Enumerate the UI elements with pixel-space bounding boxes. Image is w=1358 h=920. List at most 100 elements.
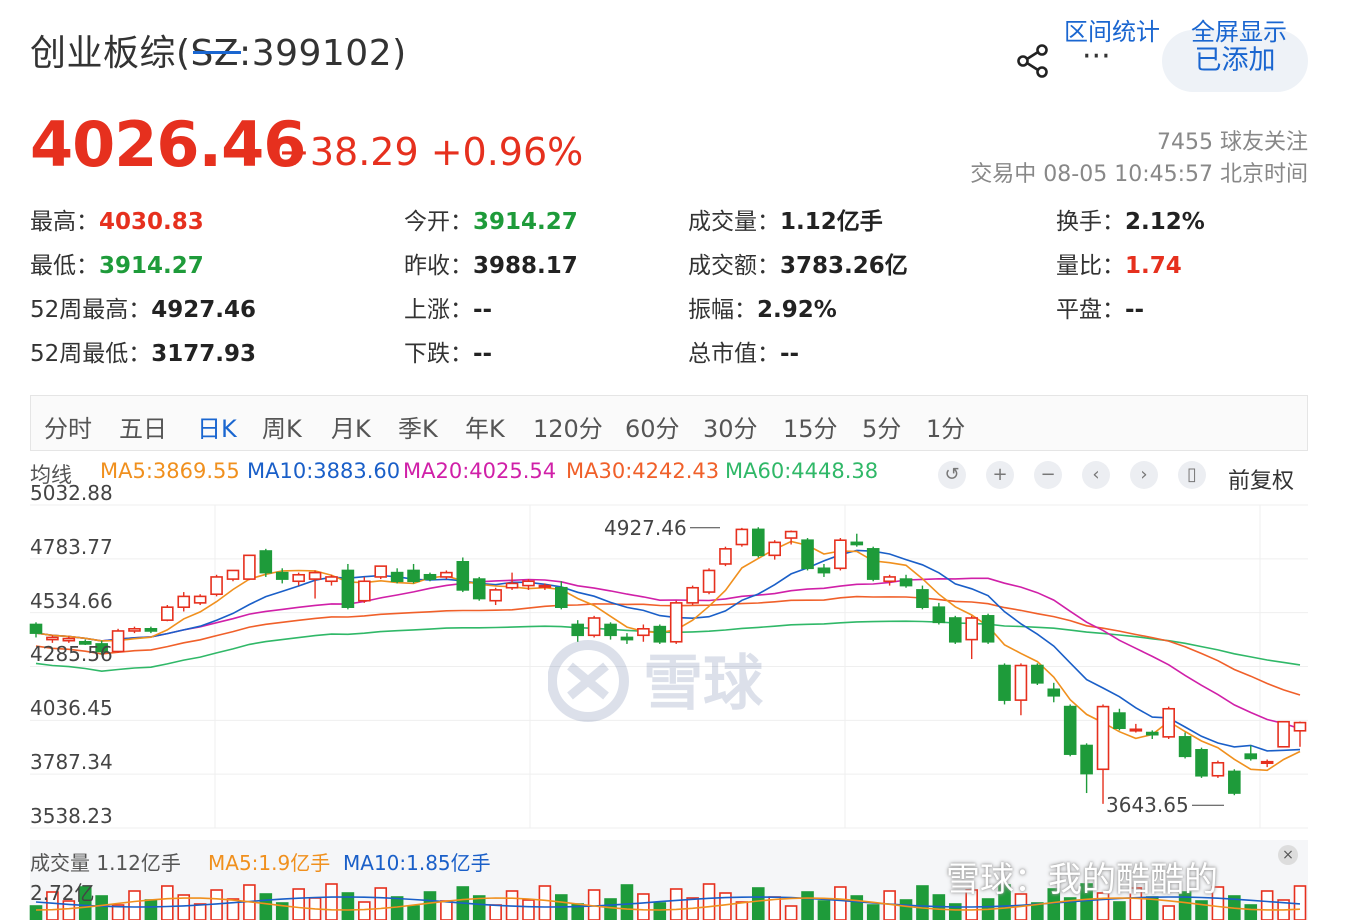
stat-value: 3988.17 [473, 253, 578, 279]
volume-bar [653, 902, 667, 920]
undo-icon[interactable]: ↺ [938, 461, 966, 489]
tab-7[interactable]: 120分 [533, 409, 603, 444]
candle-body [899, 578, 913, 587]
candle-body [144, 628, 158, 632]
y-tick-label: 5032.88 [30, 481, 113, 505]
candle-body [423, 573, 437, 580]
candle-body [111, 630, 125, 653]
stat-label: 量比： [1056, 253, 1125, 279]
candle-body [1293, 721, 1307, 732]
candle-body [686, 586, 699, 604]
stat-value: 3914.27 [473, 209, 578, 235]
volume-bar [95, 895, 108, 920]
volume-bar [1162, 905, 1175, 920]
stat-item: 下跌：-- [404, 334, 492, 368]
volume-bar [620, 884, 634, 920]
stat-item: 成交额：3783.26亿 [688, 246, 908, 280]
candle-body [1211, 761, 1225, 777]
candle-body [505, 582, 519, 589]
close-volume-icon[interactable]: × [1278, 845, 1298, 865]
active-tab-indicator [193, 51, 241, 54]
stat-label: 今开： [404, 209, 473, 235]
volume-bar [702, 883, 716, 920]
candle-body [637, 628, 650, 637]
tab-4[interactable]: 月K [331, 409, 371, 444]
candle-body [1145, 731, 1159, 736]
candle-body [981, 615, 995, 643]
stat-item: 量比：1.74 [1056, 246, 1182, 280]
svg-text:雪球: 雪球 [643, 649, 764, 719]
candle-body [161, 606, 174, 621]
tab-12[interactable]: 1分 [926, 409, 965, 444]
share-icon[interactable] [1014, 42, 1052, 80]
volume-bar [801, 891, 814, 920]
volume-bar [637, 893, 650, 920]
stat-label: 下跌： [404, 341, 473, 367]
tab-1[interactable]: 五日 [119, 409, 167, 444]
candle-body [735, 528, 749, 546]
range-stats-link[interactable]: 区间统计 [1064, 12, 1160, 47]
stat-value: 3177.93 [151, 341, 257, 367]
stat-value: -- [1125, 297, 1145, 323]
volume-bar [604, 898, 617, 920]
tab-10[interactable]: 15分 [783, 409, 838, 444]
volume-bar [390, 896, 404, 920]
prev-icon[interactable]: ‹ [1082, 461, 1110, 489]
fullscreen-link[interactable]: 全屏显示 [1191, 12, 1287, 47]
candle-body [210, 576, 223, 596]
stat-value: -- [473, 341, 493, 367]
candle-body [883, 576, 896, 583]
stat-item: 52周最高：4927.46 [30, 290, 256, 324]
ma20-legend: MA20:4025.54 [403, 459, 557, 483]
candle-body [489, 589, 502, 602]
candle-icon[interactable]: ▯ [1178, 461, 1206, 489]
candle-body [587, 617, 601, 637]
volume-bar [472, 895, 486, 920]
volume-bar [292, 888, 305, 920]
volume-ma10-legend: MA10:1.85亿手 [343, 851, 491, 875]
candle-body [916, 589, 929, 608]
tab-9[interactable]: 30分 [703, 409, 758, 444]
candle-body [29, 623, 43, 634]
stat-item: 52周最低：3177.93 [30, 334, 256, 368]
candle-body [275, 571, 289, 580]
candle-body [1080, 744, 1093, 775]
tab-6[interactable]: 年K [465, 409, 505, 444]
candle-body [784, 530, 798, 539]
y-tick-label: 4783.77 [30, 534, 113, 559]
tab-8[interactable]: 60分 [625, 409, 680, 444]
low-annotation: 3643.65 [1106, 793, 1189, 817]
volume-bar [784, 905, 798, 920]
stat-item: 总市值：-- [688, 334, 799, 368]
y-tick-label: 4036.45 [30, 696, 113, 721]
tab-5[interactable]: 季K [398, 409, 438, 444]
tab-0[interactable]: 分时 [44, 409, 92, 444]
current-price: 4026.46 [30, 108, 306, 181]
candle-body [1096, 705, 1110, 771]
zoom-in-icon[interactable]: + [986, 461, 1014, 489]
stat-value: 4030.83 [99, 209, 204, 235]
candle-body [472, 578, 486, 600]
tab-11[interactable]: 5分 [862, 409, 901, 444]
tab-2[interactable]: 日K [197, 409, 237, 444]
stat-item: 平盘：-- [1056, 290, 1144, 324]
stat-item: 最高：4030.83 [30, 202, 204, 236]
stat-label: 振幅： [688, 297, 757, 323]
candle-body [374, 565, 388, 578]
candle-body [259, 550, 273, 574]
stat-label: 最低： [30, 253, 99, 279]
volume-bar [1113, 901, 1126, 920]
stat-item: 成交量：1.12亿手 [688, 202, 883, 236]
candle-body [226, 569, 240, 580]
candle-body [1031, 664, 1044, 684]
tab-3[interactable]: 周K [262, 409, 302, 444]
candle-body [719, 548, 732, 565]
candle-body [948, 617, 962, 643]
stat-item: 最低：3914.27 [30, 246, 204, 280]
zoom-out-icon[interactable]: − [1034, 461, 1062, 489]
next-icon[interactable]: › [1130, 461, 1158, 489]
stat-label: 52周最高： [30, 297, 152, 323]
trading-status: 交易中 08-05 10:45:57 北京时间 [970, 162, 1308, 187]
stat-value: 2.12% [1125, 209, 1205, 235]
ma60-legend: MA60:4448.38 [725, 459, 879, 483]
